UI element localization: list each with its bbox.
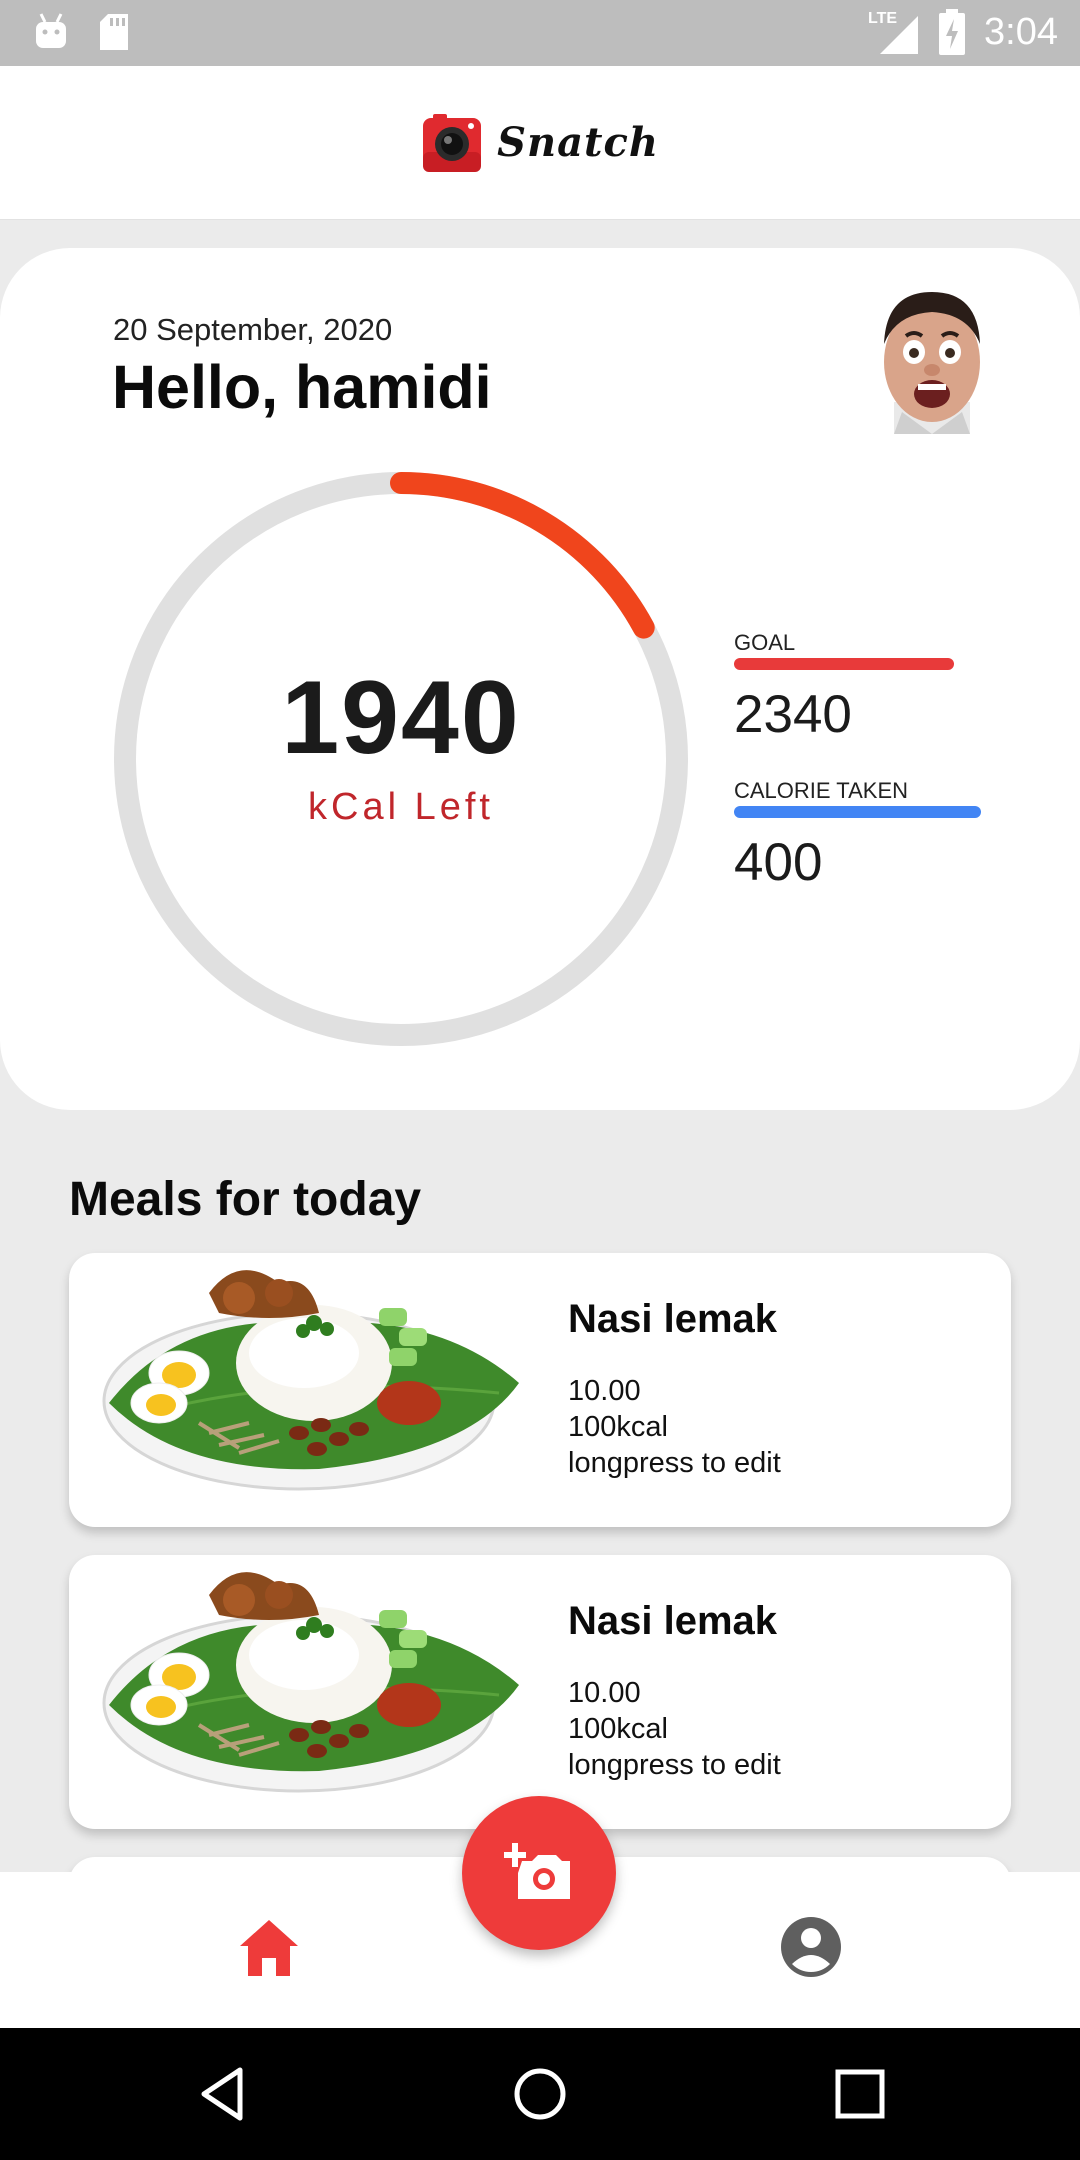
meal-calories: 100kcal (568, 1713, 668, 1745)
avatar[interactable] (872, 284, 992, 434)
meal-price: 10.00 (568, 1375, 641, 1407)
goal-label: GOAL (734, 630, 796, 655)
kcal-left-label: kCal Left (308, 786, 494, 828)
meal-calories: 100kcal (568, 1411, 668, 1443)
android-icon (36, 13, 66, 48)
meal-image (102, 1270, 519, 1491)
calorie-taken-label: CALORIE TAKEN (734, 778, 909, 803)
goal-bar (734, 658, 954, 670)
status-bar: LTE 3:04 (0, 0, 1080, 66)
profile-icon[interactable] (780, 1916, 842, 1978)
goal-value: 2340 (734, 685, 852, 744)
add-photo-button[interactable] (462, 1796, 616, 1950)
system-navigation-bar (0, 2028, 1080, 2160)
calorie-summary-card: 20 September, 2020 Hello, hamidi 1940 kC… (0, 248, 1080, 1110)
sd-card-icon (100, 14, 128, 50)
back-icon[interactable] (192, 2064, 252, 2124)
calorie-ring: 1940 kCal Left (112, 470, 690, 1048)
meal-edit-hint: longpress to edit (568, 1749, 781, 1781)
battery-charging-icon (939, 9, 966, 55)
meal-price: 10.00 (568, 1677, 641, 1709)
add-photo-icon (504, 1843, 570, 1899)
current-date: 20 September, 2020 (113, 312, 393, 347)
meal-card[interactable]: Nasi lemak 10.00 100kcal longpress to ed… (69, 1555, 1011, 1829)
meal-image (102, 1572, 519, 1793)
calorie-taken-value: 400 (734, 833, 823, 892)
meals-section-title: Meals for today (69, 1173, 422, 1226)
meal-card[interactable]: Nasi lemak 10.00 100kcal longpress to ed… (69, 1253, 1011, 1527)
meal-edit-hint: longpress to edit (568, 1447, 781, 1479)
app-title: Snatch (497, 119, 659, 166)
home-circle-icon[interactable] (510, 2064, 570, 2124)
status-time: 3:04 (984, 10, 1058, 53)
meal-name: Nasi lemak (568, 1297, 778, 1341)
camera-logo-icon (423, 113, 482, 172)
home-icon[interactable] (238, 1918, 300, 1978)
calorie-taken-bar (734, 806, 981, 818)
greeting: Hello, hamidi (112, 353, 492, 421)
meal-name: Nasi lemak (568, 1599, 778, 1643)
signal-icon (880, 16, 919, 54)
kcal-left-value: 1940 (281, 660, 521, 776)
recents-icon[interactable] (830, 2064, 890, 2124)
app-bar: Snatch (0, 66, 1080, 220)
